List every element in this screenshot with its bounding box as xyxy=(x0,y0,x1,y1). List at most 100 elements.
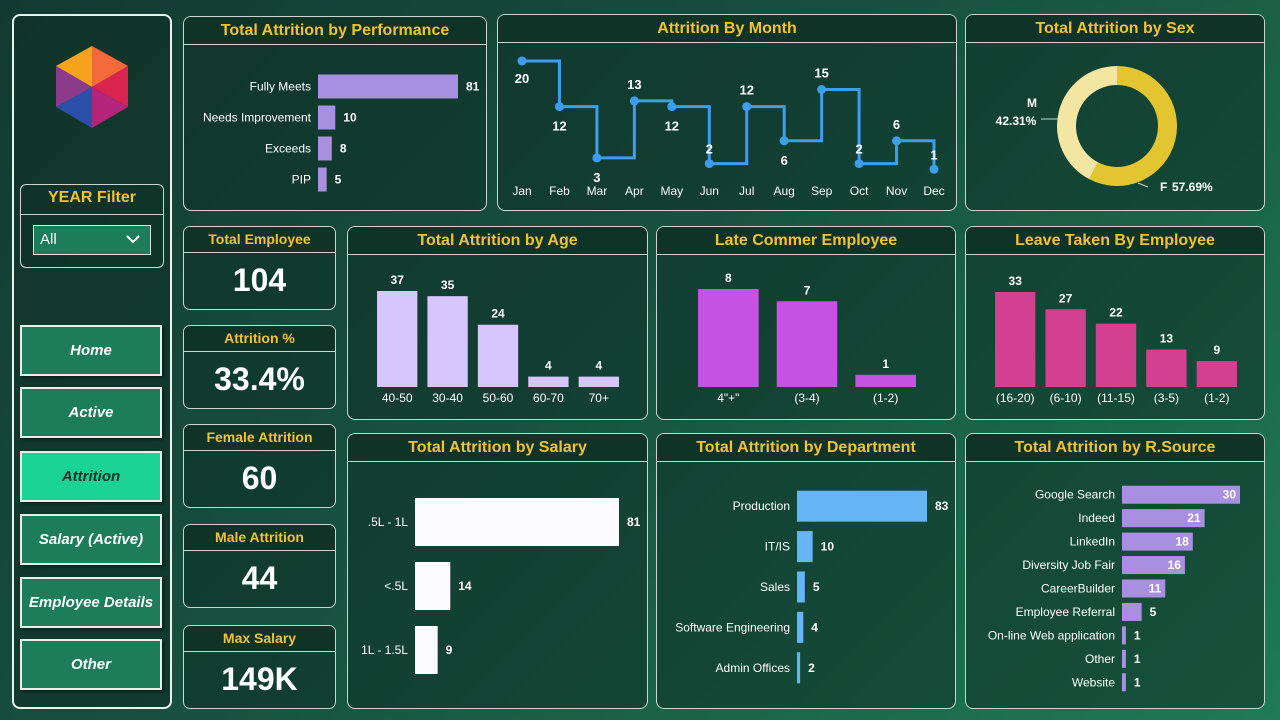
category-label: Software Engineering xyxy=(675,620,790,634)
data-label: 81 xyxy=(627,515,641,529)
year-filter-selected-value: All xyxy=(40,231,57,248)
month-label: Mar xyxy=(587,184,608,198)
bar xyxy=(415,498,619,546)
month-label: May xyxy=(660,184,683,198)
data-point xyxy=(517,56,527,66)
leader-line xyxy=(1137,182,1149,188)
data-label: 30 xyxy=(1223,488,1237,502)
data-label: 1 xyxy=(930,147,937,162)
kpi-total-employee: Total Employee 104 xyxy=(183,226,336,310)
data-label: 7 xyxy=(804,283,811,297)
category-label: Admin Offices xyxy=(716,661,790,675)
data-label: 81 xyxy=(466,80,480,94)
bar xyxy=(415,626,438,674)
category-label: PIP xyxy=(292,173,311,187)
age-chart: 37 40-50 35 30-40 24 50-60 4 60-70 4 70+ xyxy=(377,273,619,405)
chevron-down-icon xyxy=(124,230,142,258)
data-label: 22 xyxy=(1109,306,1123,320)
leave-chart: 33 (16-20) 27 (6-10) 22 (11-15) 13 (3-5) 9 (1-2) xyxy=(995,274,1237,405)
late-chart: 8 4"+" 7 (3-4) 1 (1-2) xyxy=(698,271,916,405)
month-label: Nov xyxy=(886,184,907,198)
data-label: 9 xyxy=(446,643,453,657)
bar xyxy=(1146,349,1187,387)
year-filter-dropdown[interactable]: All xyxy=(33,225,151,255)
data-label: 2 xyxy=(808,661,815,675)
kpi-value: 44 xyxy=(241,560,278,596)
bar xyxy=(1122,673,1126,692)
kpi-value: 60 xyxy=(241,460,278,496)
kpi-value: 33.4% xyxy=(214,361,305,397)
month-label: Dec xyxy=(923,184,944,198)
bar xyxy=(995,292,1036,387)
data-point xyxy=(892,136,902,146)
bar xyxy=(1045,309,1086,387)
bar xyxy=(797,571,805,603)
data-label: 10 xyxy=(821,540,835,554)
nav-home-button[interactable]: Home xyxy=(20,325,162,376)
category-label: Fully Meets xyxy=(250,80,311,94)
data-label: 21 xyxy=(1187,511,1201,525)
category-label: Exceeds xyxy=(265,142,311,156)
category-label: 30-40 xyxy=(432,391,463,405)
nav-other-button[interactable]: Other xyxy=(20,639,162,690)
nav-attrition-button[interactable]: Attrition xyxy=(20,451,162,502)
bar xyxy=(1122,626,1126,645)
category-label: (16-20) xyxy=(996,391,1035,405)
data-label: 13 xyxy=(1160,332,1174,346)
bar xyxy=(1122,602,1142,621)
kpi-value: 149K xyxy=(221,661,298,697)
data-label: 11 xyxy=(1149,582,1162,596)
category-label: (1-2) xyxy=(1204,391,1229,405)
logo xyxy=(56,46,128,133)
data-point xyxy=(779,136,789,146)
bar xyxy=(1095,323,1137,387)
bar xyxy=(797,652,801,684)
month-label: Sep xyxy=(811,184,833,198)
sex-chart-panel: Total Attrition by Sex M 42.31% F 57.69% xyxy=(965,14,1265,211)
category-label: On-line Web application xyxy=(988,628,1115,642)
bar xyxy=(797,490,927,522)
month-label: Jan xyxy=(512,184,531,198)
category-label: <.5L xyxy=(384,579,408,593)
data-point xyxy=(854,159,864,169)
pie-slice xyxy=(1057,66,1117,180)
category-label: CareerBuilder xyxy=(1041,582,1115,596)
data-label: 20 xyxy=(515,71,529,86)
bar xyxy=(528,376,569,387)
series-line xyxy=(522,59,936,170)
category-label: (11-15) xyxy=(1097,391,1135,405)
data-point xyxy=(817,85,827,94)
age-chart-panel: Total Attrition by Age 37 40-50 35 30-40 24 5… xyxy=(347,226,648,420)
nav-salary-active-button[interactable]: Salary (Active) xyxy=(20,514,162,565)
data-point xyxy=(742,102,752,112)
category-label: (3-5) xyxy=(1154,391,1179,405)
category-label: Website xyxy=(1072,675,1115,689)
slice-value: 57.69% xyxy=(1172,180,1213,194)
category-label: 60-70 xyxy=(533,391,564,405)
bar xyxy=(1196,361,1237,387)
month-chart: 20Jan12Feb3Mar13Apr12May2Jun12Jul6Aug15S… xyxy=(512,56,945,198)
data-label: 37 xyxy=(391,273,405,287)
bar xyxy=(318,105,336,130)
nav-active-button[interactable]: Active xyxy=(20,387,162,438)
category-label: Needs Improvement xyxy=(203,111,312,125)
nav-employee-details-button[interactable]: Employee Details xyxy=(20,577,162,628)
bar xyxy=(855,374,916,387)
department-chart-panel: Total Attrition by Department Production… xyxy=(656,433,956,709)
bar xyxy=(1122,649,1126,668)
category-label: 40-50 xyxy=(382,391,413,405)
data-label: 5 xyxy=(813,580,820,594)
month-label: Aug xyxy=(774,184,795,198)
month-label: Jul xyxy=(739,184,754,198)
category-label: LinkedIn xyxy=(1070,535,1115,549)
category-label: Sales xyxy=(760,580,790,594)
year-filter-title: YEAR Filter xyxy=(21,185,163,215)
data-point xyxy=(554,102,564,112)
kpi-male-attrition: Male Attrition 44 xyxy=(183,524,336,608)
salary-chart-panel: Total Attrition by Salary .5L - 1L 81 <.5L… xyxy=(347,433,648,709)
data-label: 33 xyxy=(1009,274,1023,288)
data-point xyxy=(592,153,602,163)
source-chart-panel: Total Attrition by R.Source Google Searc… xyxy=(965,433,1265,709)
data-label: 12 xyxy=(552,119,566,134)
bar xyxy=(318,136,332,161)
